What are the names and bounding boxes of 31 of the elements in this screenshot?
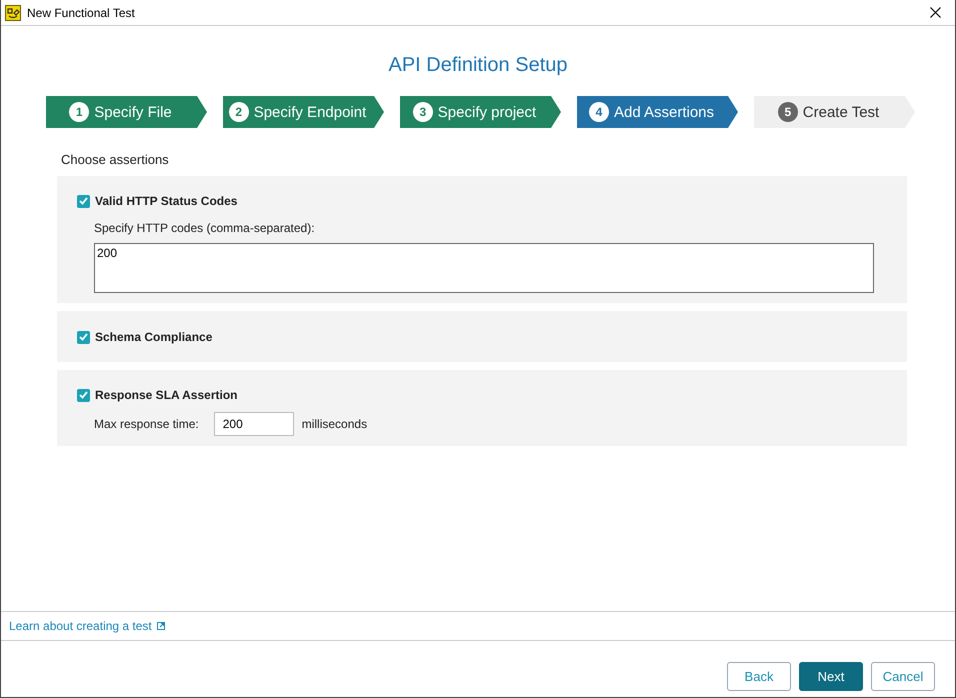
dialog-button[interactable]: Back bbox=[727, 662, 791, 690]
dialog-button[interactable]: Next bbox=[799, 662, 863, 690]
app-icon bbox=[5, 4, 21, 20]
assertion-label: Valid HTTP Status Codes bbox=[95, 194, 238, 208]
step-number: 4 bbox=[588, 102, 609, 122]
section-label: Choose assertions bbox=[61, 152, 170, 167]
external-link-icon bbox=[156, 622, 165, 630]
page-heading: API Definition Setup bbox=[388, 54, 568, 77]
step-number: 2 bbox=[228, 102, 249, 122]
window-title: New Functional Test bbox=[27, 6, 136, 20]
wizard-step: 4 Add Assertions bbox=[577, 96, 738, 128]
unit-label: milliseconds bbox=[302, 417, 368, 431]
response-time-field[interactable]: 200 bbox=[214, 412, 294, 436]
checkbox[interactable] bbox=[77, 330, 90, 344]
field-label: Max response time: bbox=[94, 417, 199, 431]
wizard-step: 1 Specify File bbox=[46, 96, 207, 128]
wizard-step: 2 Specify Endpoint bbox=[223, 96, 384, 128]
close-icon bbox=[930, 7, 940, 18]
assertion-label: Response SLA Assertion bbox=[95, 388, 238, 402]
dialog-button[interactable]: Cancel bbox=[871, 662, 935, 690]
field-label: Specify HTTP codes (comma-separated): bbox=[94, 221, 316, 235]
help-link[interactable]: Learn about creating a test bbox=[9, 619, 152, 633]
checkbox[interactable] bbox=[77, 388, 90, 402]
assertion-label: Schema Compliance bbox=[95, 330, 212, 344]
checkbox[interactable] bbox=[77, 194, 90, 208]
wizard-step: 5 Create Test bbox=[754, 96, 915, 128]
wizard-step: 3 Specify project bbox=[400, 96, 561, 128]
step-number: 5 bbox=[778, 102, 798, 122]
step-number: 3 bbox=[412, 102, 433, 122]
step-number: 1 bbox=[69, 102, 90, 122]
codes-field[interactable]: 200 bbox=[94, 243, 874, 293]
